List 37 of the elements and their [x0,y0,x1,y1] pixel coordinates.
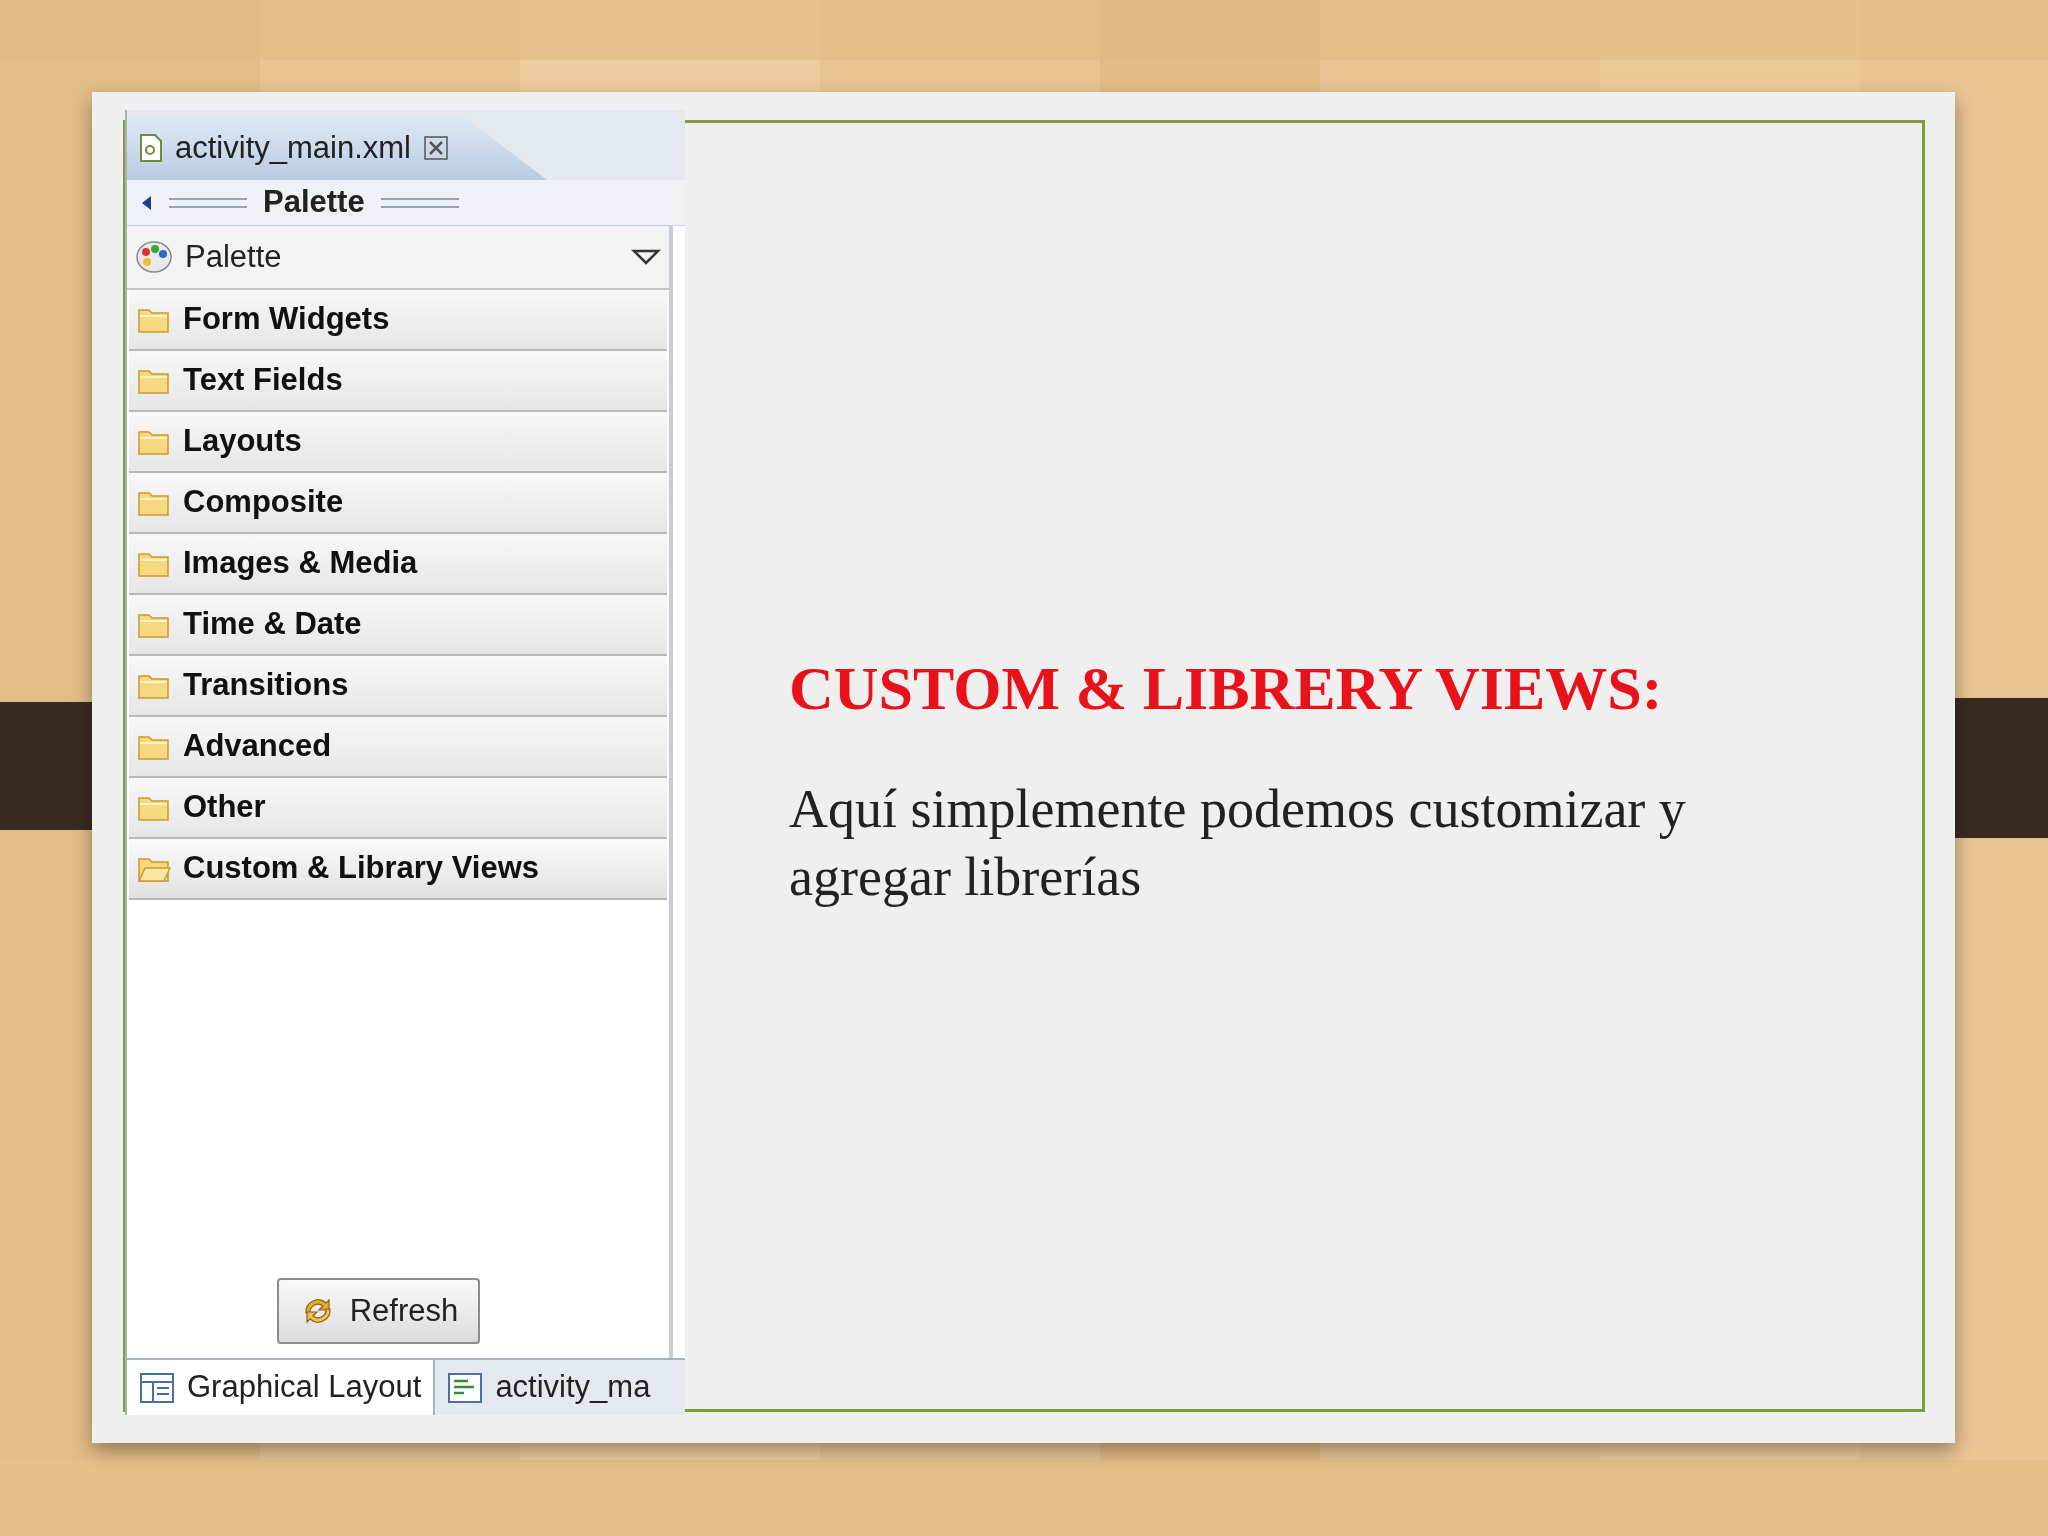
slide-body: Aquí simplemente podemos customizar y agregar librerías [789,778,1687,909]
category-row[interactable]: Transitions [129,656,667,717]
category-label: Transitions [183,666,349,705]
category-row[interactable]: Form Widgets [129,290,667,351]
category-row[interactable]: Images & Media [129,534,667,595]
bottom-tab[interactable]: activity_ma [435,1360,663,1415]
category-label: Images & Media [183,544,418,583]
category-label: Form Widgets [183,300,390,339]
file-icon [139,133,163,163]
category-label: Layouts [183,422,302,461]
palette-dropdown[interactable]: Palette [127,226,669,290]
grip-icon [380,197,459,208]
tab-title: activity_main.xml [175,128,411,167]
category-row[interactable]: Advanced [129,717,667,778]
slide-title: CUSTOM & LIBRERY VIEWS: [789,653,1664,724]
category-label: Text Fields [183,361,343,400]
category-row[interactable]: Custom & Library Views [129,839,667,900]
category-label: Other [183,788,266,827]
text-file-icon [447,1371,484,1404]
layout-icon [139,1371,175,1404]
category-label: Composite [183,483,344,522]
category-row[interactable]: Layouts [129,412,667,473]
category-label: Advanced [183,727,332,766]
refresh-button[interactable]: Refresh [276,1278,480,1344]
category-row[interactable]: Other [129,778,667,839]
category-label: Custom & Library Views [183,849,540,888]
palette-title: Palette [263,183,365,222]
close-icon[interactable] [423,135,449,161]
palette-icon [135,240,173,274]
category-row[interactable]: Composite [129,473,667,534]
category-row[interactable]: Time & Date [129,595,667,656]
editor-tab[interactable]: activity_main.xml [127,116,547,180]
grip-icon [169,197,247,208]
category-label: Time & Date [183,605,362,644]
dropdown-caret-icon [631,247,661,267]
bottom-tab[interactable]: Graphical Layout [127,1360,436,1415]
category-row[interactable]: Text Fields [129,351,667,412]
